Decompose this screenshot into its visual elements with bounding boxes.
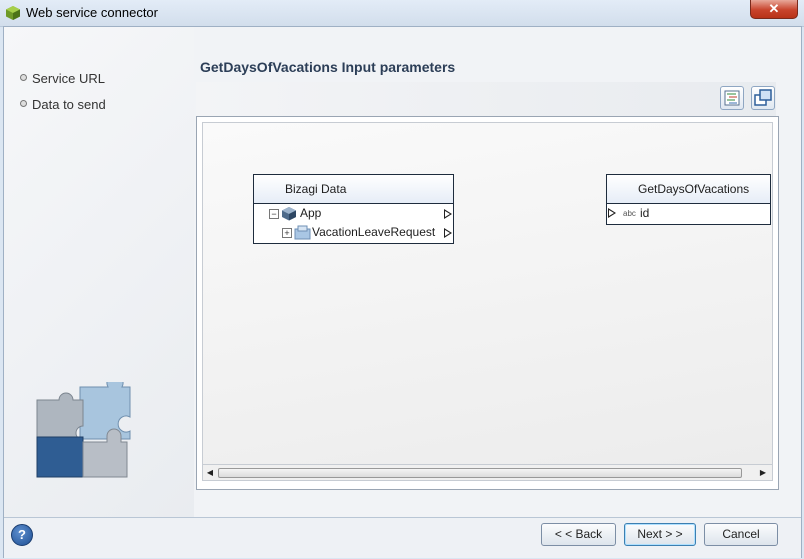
parameter-id[interactable]: abc id [607,204,770,223]
close-button[interactable]: ✕ [750,0,798,19]
output-port-icon[interactable] [444,209,452,219]
copy-window-button[interactable] [751,86,775,110]
copy-window-icon [754,89,772,106]
next-button[interactable]: Next > > [624,523,696,546]
input-port-icon[interactable] [608,208,616,218]
dialog-body: Service URL Data to send GetDaysOfVacati… [3,26,802,558]
expand-icon[interactable]: + [282,228,292,238]
auto-map-icon [724,90,740,106]
nav-item-data-to-send[interactable]: Data to send [20,97,106,112]
bullet-icon [20,100,27,107]
auto-map-button[interactable] [720,86,744,110]
tree-node-label: VacationLeaveRequest [312,225,436,239]
mapping-panel: Bizagi Data − App + VacationLeaveRequest… [196,116,779,490]
tree-node-label: App [300,206,322,220]
source-tree-title: Bizagi Data [254,175,453,204]
parameter-label: id [640,206,650,220]
scroll-left-icon[interactable]: ◀ [203,465,217,480]
horizontal-scrollbar[interactable]: ◀ ▶ [202,464,773,481]
page-title: GetDaysOfVacations Input parameters [200,59,456,75]
scrollbar-thumb[interactable] [218,468,742,478]
nav-item-label: Service URL [32,71,105,86]
source-tree: Bizagi Data − App + VacationLeaveRequest [253,174,454,244]
bullet-icon [20,74,27,81]
help-icon[interactable]: ? [11,524,33,546]
string-type-icon: abc [623,209,636,218]
output-port-icon[interactable] [444,228,452,238]
tree-node-vacationleaverequest[interactable]: + VacationLeaveRequest [254,223,453,242]
mapping-canvas[interactable]: Bizagi Data − App + VacationLeaveRequest… [202,122,773,466]
mapping-toolbar [196,82,776,116]
tree-node-app[interactable]: − App [254,204,453,223]
cube-icon [282,207,296,221]
nav-item-label: Data to send [32,97,106,112]
app-icon [6,6,20,20]
back-button[interactable]: < < Back [541,523,616,546]
wizard-steps: Service URL Data to send [4,27,194,517]
target-tree: GetDaysOfVacations abc id [606,174,771,225]
nav-item-service-url[interactable]: Service URL [20,71,105,86]
scroll-right-icon[interactable]: ▶ [756,465,770,480]
entity-folder-icon [294,225,311,240]
puzzle-icon [36,382,131,478]
collapse-icon[interactable]: − [269,209,279,219]
dialog-footer: ? < < Back Next > > Cancel [4,517,801,558]
window-title: Web service connector [26,5,158,20]
target-tree-title: GetDaysOfVacations [607,175,770,204]
cancel-button[interactable]: Cancel [704,523,778,546]
title-bar: Web service connector ✕ [0,0,804,27]
